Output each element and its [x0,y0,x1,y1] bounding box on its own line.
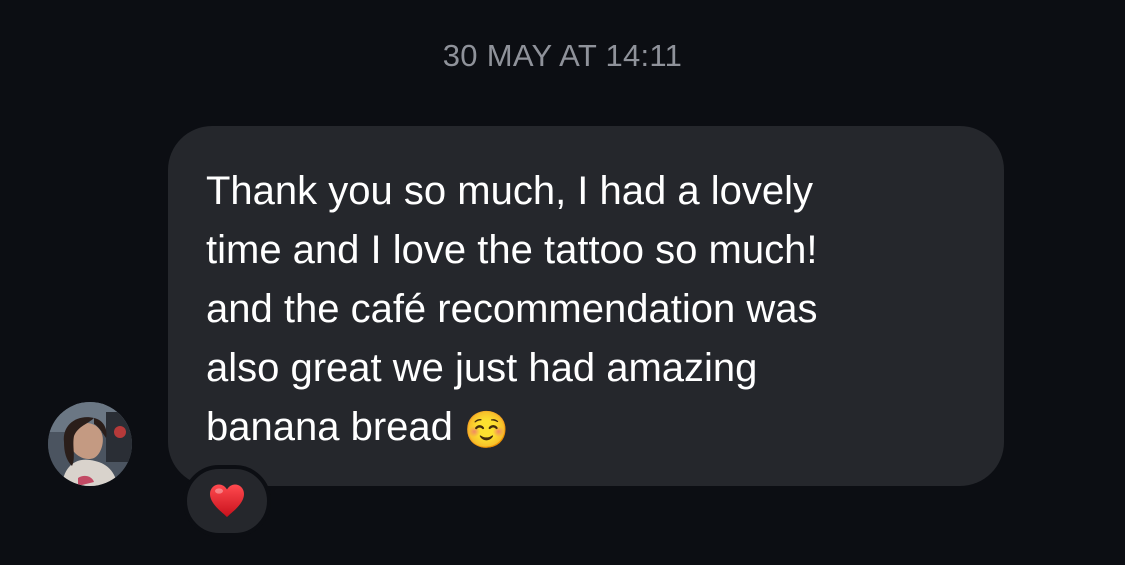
smiling-face-emoji: ☺️ [464,409,509,450]
message-bubble[interactable]: Thank you so much, I had a lovely time a… [168,126,1004,486]
avatar-photo [48,402,132,486]
message-timestamp: 30 MAY AT 14:11 [442,38,683,73]
message-text: Thank you so much, I had a lovely time a… [206,162,964,457]
heart-reaction[interactable] [183,465,271,537]
message-body: Thank you so much, I had a lovely time a… [206,169,818,449]
sender-avatar[interactable] [48,402,132,486]
heart-icon [210,484,244,517]
